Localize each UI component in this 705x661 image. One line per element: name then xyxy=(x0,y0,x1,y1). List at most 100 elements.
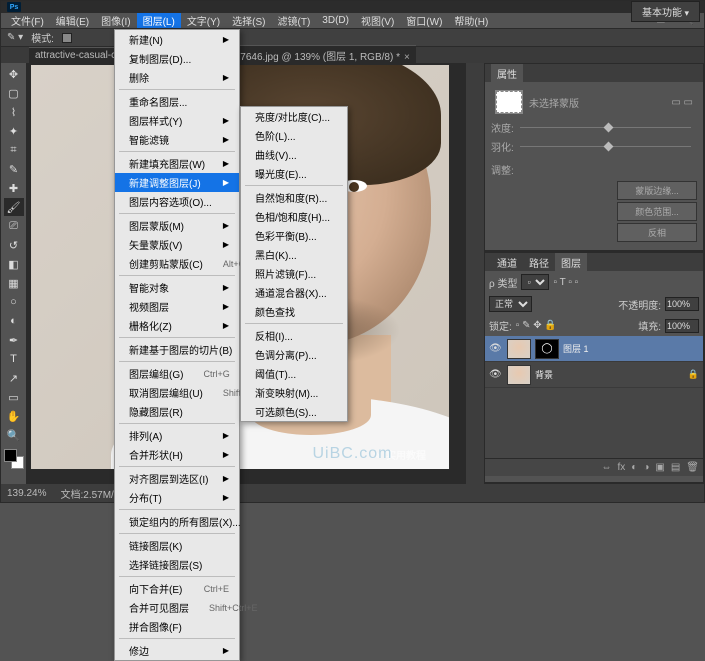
menu-item[interactable]: 拼合图像(F) xyxy=(115,617,239,636)
menu-item[interactable]: 智能滤镜 xyxy=(115,130,239,149)
menu-item[interactable]: 图层蒙版(M) xyxy=(115,216,239,235)
mask-thumb[interactable]: ◯ xyxy=(535,339,559,359)
filter-icons[interactable]: ▫ T ▫ ▫ xyxy=(553,277,578,288)
menu-item[interactable]: 反相(I)... xyxy=(241,326,347,345)
stamp-tool[interactable]: ⎚ xyxy=(4,217,24,235)
wand-tool[interactable]: ✦ xyxy=(4,122,24,140)
menu-item[interactable]: 可选颜色(S)... xyxy=(241,402,347,421)
menu-item[interactable]: 取消图层编组(U)Shift+Ctrl+G xyxy=(115,383,239,402)
zoom-tool[interactable]: 🔍 xyxy=(4,426,24,444)
pen-tool[interactable]: ✒ xyxy=(4,331,24,349)
workspace-switcher[interactable]: 基本功能 ▾ xyxy=(631,1,700,22)
menu-item[interactable]: 合并形状(H) xyxy=(115,445,239,464)
menu-8[interactable]: 视图(V) xyxy=(355,13,400,28)
menu-item[interactable]: 排列(A) xyxy=(115,426,239,445)
color-swatch[interactable] xyxy=(4,449,24,469)
menu-item[interactable]: 渐变映射(M)... xyxy=(241,383,347,402)
lock-icons[interactable]: ▫ ✎ ✥ 🔒 xyxy=(516,320,557,331)
layer-name[interactable]: 背景 xyxy=(535,368,553,381)
path-tool[interactable]: ↗ xyxy=(4,369,24,387)
menu-item[interactable]: 阈值(T)... xyxy=(241,364,347,383)
layers-tab[interactable]: 图层 xyxy=(555,253,587,272)
layer-thumb[interactable] xyxy=(507,339,531,359)
menu-item[interactable]: 创建剪贴蒙版(C)Alt+Ctrl+G xyxy=(115,254,239,273)
menu-5[interactable]: 选择(S) xyxy=(226,13,271,28)
tool-preset-icon[interactable]: ✎ ▾ xyxy=(7,32,23,43)
fx-icon[interactable]: fx xyxy=(618,462,626,473)
menu-item[interactable]: 曝光度(E)... xyxy=(241,164,347,183)
density-slider[interactable] xyxy=(520,127,691,128)
delete-icon[interactable]: 🗑 xyxy=(686,462,699,473)
marquee-tool[interactable]: ▢ xyxy=(4,84,24,102)
adjustment-icon[interactable]: ◑ xyxy=(643,462,649,473)
menu-item[interactable]: 向下合并(E)Ctrl+E xyxy=(115,579,239,598)
layer-row[interactable]: 👁 背景 🔒 xyxy=(485,362,703,388)
layer-row[interactable]: 👁 ◯ 图层 1 xyxy=(485,336,703,362)
menu-item[interactable]: 色阶(L)... xyxy=(241,126,347,145)
menu-item[interactable]: 新建(N) xyxy=(115,30,239,49)
blur-tool[interactable]: ○ xyxy=(4,293,24,311)
crop-tool[interactable]: ⌗ xyxy=(4,141,24,159)
menu-item[interactable]: 视频图层 xyxy=(115,297,239,316)
blend-mode-select[interactable]: 正常 xyxy=(489,296,532,312)
menu-9[interactable]: 窗口(W) xyxy=(400,13,448,28)
menu-2[interactable]: 图像(I) xyxy=(95,13,136,28)
new-layer-icon[interactable]: ▤ xyxy=(671,462,680,473)
mask-icon[interactable]: ◐ xyxy=(631,462,637,473)
menu-item[interactable]: 矢量蒙版(V) xyxy=(115,235,239,254)
link-icon[interactable]: ⇔ xyxy=(602,462,612,473)
menu-item[interactable]: 通道混合器(X)... xyxy=(241,283,347,302)
paths-tab[interactable]: 路径 xyxy=(523,253,555,272)
layer-name[interactable]: 图层 1 xyxy=(563,342,589,355)
lock-icon[interactable]: 🔒 xyxy=(688,369,699,380)
eraser-tool[interactable]: ◧ xyxy=(4,255,24,273)
layer-thumb[interactable] xyxy=(507,365,531,385)
mode-swatch[interactable] xyxy=(62,33,72,43)
menu-item[interactable]: 分布(T) xyxy=(115,488,239,507)
menu-item[interactable]: 隐藏图层(R) xyxy=(115,402,239,421)
gradient-tool[interactable]: ▦ xyxy=(4,274,24,292)
heal-tool[interactable]: ✚ xyxy=(4,179,24,197)
type-tool[interactable]: T xyxy=(4,350,24,368)
move-tool[interactable]: ✥ xyxy=(4,65,24,83)
hand-tool[interactable]: ✋ xyxy=(4,407,24,425)
shape-tool[interactable]: ▭ xyxy=(4,388,24,406)
menu-item[interactable]: 照片滤镜(F)... xyxy=(241,264,347,283)
menu-item[interactable]: 删除 xyxy=(115,68,239,87)
menu-6[interactable]: 滤镜(T) xyxy=(272,13,317,28)
menu-item[interactable]: 对齐图层到选区(I) xyxy=(115,469,239,488)
menu-item[interactable]: 重命名图层... xyxy=(115,92,239,111)
channels-tab[interactable]: 通道 xyxy=(491,253,523,272)
menu-item[interactable]: 图层编组(G)Ctrl+G xyxy=(115,364,239,383)
menu-7[interactable]: 3D(D) xyxy=(316,15,355,26)
mask-options-icon[interactable]: ▭ ▭ xyxy=(671,97,693,108)
menu-item[interactable]: 自然饱和度(R)... xyxy=(241,188,347,207)
close-icon[interactable]: × xyxy=(404,52,410,63)
folder-icon[interactable]: ▣ xyxy=(655,462,664,473)
menu-1[interactable]: 编辑(E) xyxy=(50,13,95,28)
menu-item[interactable]: 栅格化(Z) xyxy=(115,316,239,335)
menu-item[interactable]: 选择链接图层(S) xyxy=(115,555,239,574)
collapsed-panels[interactable] xyxy=(466,63,484,484)
history-tool[interactable]: ↺ xyxy=(4,236,24,254)
color-range-button[interactable]: 颜色范围... xyxy=(617,202,697,221)
menu-item[interactable]: 新建调整图层(J) xyxy=(115,173,239,192)
menu-item[interactable]: 曲线(V)... xyxy=(241,145,347,164)
menu-item[interactable]: 合并可见图层Shift+Ctrl+E xyxy=(115,598,239,617)
menu-item[interactable]: 链接图层(K) xyxy=(115,536,239,555)
brush-tool[interactable]: 🖌 xyxy=(4,198,24,216)
menu-item[interactable]: 色调分离(P)... xyxy=(241,345,347,364)
menu-item[interactable]: 复制图层(D)... xyxy=(115,49,239,68)
menu-item[interactable]: 图层内容选项(O)... xyxy=(115,192,239,211)
menu-item[interactable]: 新建填充图层(W) xyxy=(115,154,239,173)
menu-0[interactable]: 文件(F) xyxy=(5,13,50,28)
invert-button[interactable]: 反相 xyxy=(617,223,697,242)
fill-input[interactable] xyxy=(665,319,699,333)
visibility-icon[interactable]: 👁 xyxy=(489,369,503,380)
filter-kind-select[interactable]: ▫ xyxy=(521,274,549,290)
mask-edge-button[interactable]: 蒙版边缘... xyxy=(617,181,697,200)
menu-3[interactable]: 图层(L) xyxy=(137,13,181,28)
eyedrop-tool[interactable]: ✎ xyxy=(4,160,24,178)
menu-item[interactable]: 新建基于图层的切片(B) xyxy=(115,340,239,359)
dodge-tool[interactable]: ◐ xyxy=(4,312,24,330)
